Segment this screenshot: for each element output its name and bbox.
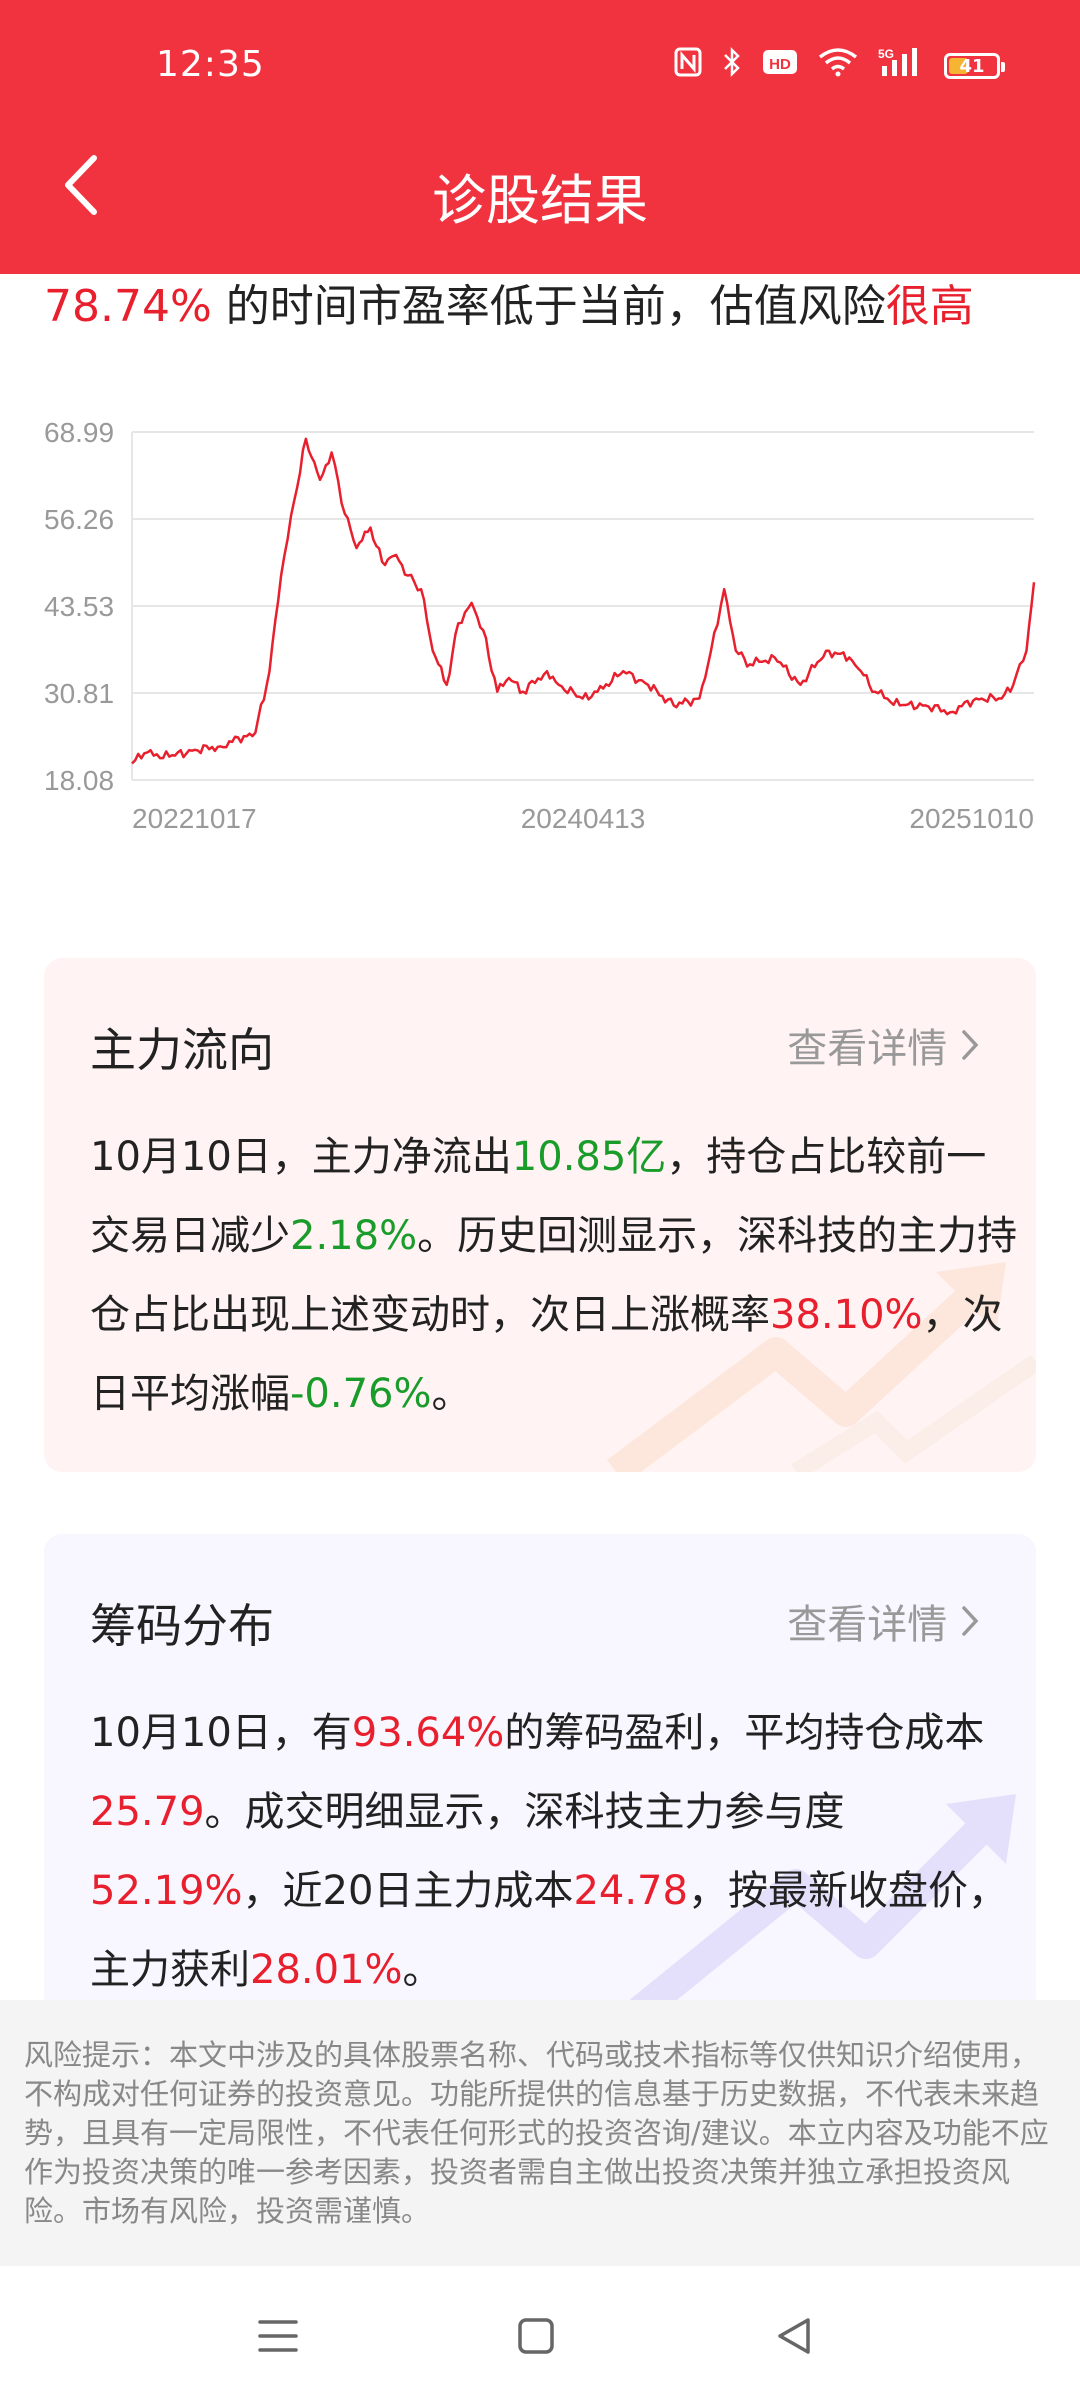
menu-icon[interactable] [248,2306,308,2366]
chip-distribution-title: 筹码分布 [90,1599,274,1653]
description-text: 。 [431,1371,472,1417]
description-text: 10月10日，有 [90,1710,352,1756]
pe-percentile: 78.74% [44,281,212,332]
details-link-label: 查看详情 [787,1602,948,1648]
bluetooth-icon [722,46,742,86]
highlight-value: 25.79 [90,1789,205,1835]
page-title: 诊股结果 [432,169,648,232]
highlight-value: 10.85亿 [511,1134,667,1180]
highlight-value: 2.18% [290,1213,418,1259]
y-tick-label: 56.26 [44,504,114,535]
pe-series-line [131,437,1036,765]
y-tick-label: 30.81 [44,678,114,709]
battery-icon: 41 [944,53,1005,79]
hd-icon: HD [762,47,798,85]
system-nav-bar [0,2266,1080,2400]
y-tick-label: 18.08 [44,765,114,796]
chip-distribution-details-link[interactable]: 查看详情 [787,1592,980,1650]
valuation-summary: 78.74% 的时间市盈率低于当前，估值风险很高 [44,270,974,334]
main-flow-card: 主力流向 查看详情 10月10日，主力净流出10.85亿，持仓占比较前一交易日减… [44,958,1036,1472]
chip-distribution-card: 筹码分布 查看详情 10月10日，有93.64%的筹码盈利，平均持仓成本 25.7… [44,1534,1036,2014]
hd-label: HD [769,56,791,73]
main-flow-title: 主力流向 [90,1023,274,1077]
risk-level: 很高 [885,281,974,332]
description-text: 。 [402,1947,443,1993]
highlight-value: 93.64% [351,1710,505,1756]
description-text: 的筹码盈利，平均持仓成本 [504,1710,985,1756]
x-tick-label: 20240413 [521,803,646,834]
x-tick-label: 20251010 [909,803,1034,834]
home-icon[interactable] [506,2306,566,2366]
x-tick-label: 20221017 [132,803,257,834]
main-flow-details-link[interactable]: 查看详情 [787,1016,980,1074]
highlight-value: -0.76% [290,1371,432,1417]
highlight-value: 28.01% [250,1947,403,1993]
nfc-icon [674,47,702,85]
back-triangle-icon[interactable] [764,2306,824,2366]
highlight-value: 52.19% [90,1868,243,1914]
app-header: 12:35 HD 5G 41 诊股结果 [0,0,1080,274]
highlight-value: 24.78 [573,1868,688,1914]
main-flow-description: 10月10日，主力净流出10.85亿，持仓占比较前一交易日减少2.18%。历史回… [90,1118,1020,1434]
description-text: ，近20日主力成本 [242,1868,574,1914]
description-text: 10月10日，主力净流出 [90,1134,512,1180]
chevron-right-icon [962,1606,979,1636]
y-tick-label: 68.99 [44,417,114,448]
battery-level: 41 [959,55,985,77]
chip-distribution-description: 10月10日，有93.64%的筹码盈利，平均持仓成本 25.79。成交明细显示，深… [90,1694,1020,2010]
highlight-value: 38.10% [770,1292,923,1338]
network-label: 5G [878,47,894,61]
status-time: 12:35 [156,44,265,85]
summary-text: 的时间市盈率低于当前，估值风险 [211,281,886,332]
risk-disclaimer: 风险提示：本文中涉及的具体股票名称、代码或技术指标等仅供知识介绍使用，不构成对任… [0,2000,1080,2266]
pe-history-chart: 68.99 56.26 43.53 30.81 18.08 20221017 2024041… [44,417,1036,834]
chevron-right-icon [962,1030,979,1060]
y-tick-label: 43.53 [44,591,114,622]
status-icons: HD 5G 41 [674,46,1005,86]
5g-signal-icon: 5G [878,46,924,86]
details-link-label: 查看详情 [787,1026,948,1072]
description-text: 。成交明细显示，深科技主力参与度 [204,1789,845,1835]
wifi-icon [818,47,858,85]
